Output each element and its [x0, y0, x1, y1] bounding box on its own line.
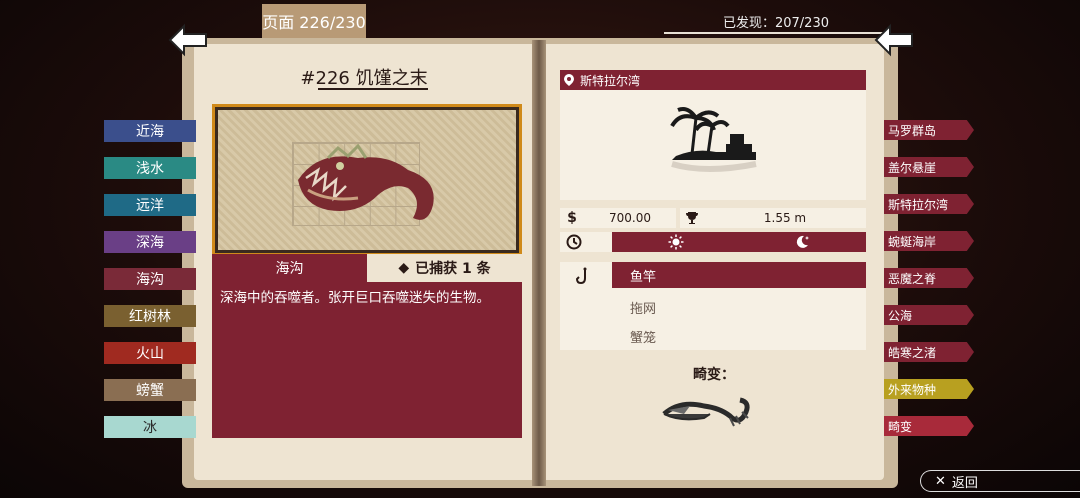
fish-description: 深海中的吞噬者。张开巨口吞噬迷失的生物。 [220, 290, 490, 306]
location-tab-3[interactable]: 蜿蜒海岸 [884, 231, 974, 251]
region-tab-3[interactable]: 深海 [104, 231, 196, 253]
book-spine [532, 40, 546, 486]
sun-icon [668, 234, 684, 250]
discovered-counter: 已发现：207/230 [664, 12, 888, 34]
gear-item-trawl: 拖网 [630, 302, 657, 317]
region-tab-0[interactable]: 近海 [104, 120, 196, 142]
size-value: 1.55 m [763, 211, 807, 225]
location-bar: 斯特拉尔湾 [560, 70, 866, 90]
map-pin-icon [564, 74, 574, 86]
price-value: 700.00 [609, 211, 651, 225]
location-tab-1[interactable]: 盖尔悬崖 [884, 157, 974, 177]
region-tab-6[interactable]: 火山 [104, 342, 196, 364]
location-tab-2[interactable]: 斯特拉尔湾 [884, 194, 974, 214]
fish-frame [212, 104, 522, 256]
aberration-fish-icon[interactable] [660, 392, 756, 436]
island-icon [670, 107, 757, 172]
diamond-icon: ◆ [398, 260, 410, 276]
region-tab-8[interactable]: 冰 [104, 416, 196, 438]
moon-icon [796, 235, 809, 248]
size-box: 1.55 m [680, 208, 866, 228]
hook-icon [576, 267, 587, 285]
location-tab-6[interactable]: 皓寒之渚 [884, 342, 974, 362]
prev-page-arrow-icon[interactable] [166, 22, 210, 58]
location-tab-7[interactable]: 外来物种 [884, 379, 974, 399]
location-tab-4[interactable]: 恶魔之脊 [884, 268, 974, 288]
habitat-label: 海沟 [275, 261, 304, 277]
region-tab-4[interactable]: 海沟 [104, 268, 196, 290]
back-button[interactable]: ✕ 返回 [920, 470, 1080, 492]
location-name: 斯特拉尔湾 [580, 73, 641, 88]
gear-item-crab-pot: 蟹笼 [630, 331, 657, 346]
location-illustration [560, 90, 866, 200]
next-page-arrow-icon[interactable] [872, 22, 916, 58]
location-tab-8[interactable]: 畸变 [884, 416, 974, 436]
dollar-icon: $ [567, 210, 577, 226]
fish-illustration-icon [298, 143, 434, 220]
region-tab-5[interactable]: 红树林 [104, 305, 196, 327]
close-icon: ✕ [935, 473, 946, 489]
clock-icon [566, 234, 582, 250]
back-label: 返回 [951, 475, 978, 491]
gear-item-rod: 鱼竿 [612, 262, 866, 288]
aberration-title: 畸变： [693, 367, 735, 383]
page-counter: 页面 226/230 [262, 4, 366, 38]
fish-title: #226 饥馑之末 [300, 68, 428, 89]
region-tab-2[interactable]: 远洋 [104, 194, 196, 216]
location-tab-5[interactable]: 公海 [884, 305, 974, 325]
region-tab-1[interactable]: 浅水 [104, 157, 196, 179]
time-availability-bar [612, 232, 866, 252]
region-tab-7[interactable]: 螃蟹 [104, 379, 196, 401]
trophy-icon [686, 212, 698, 224]
price-box: $ 700.00 [560, 208, 676, 228]
title-underline [318, 88, 428, 90]
caught-label: 已捕获 1 条 [415, 261, 491, 277]
caught-count: ◆ 已捕获 1 条 [367, 254, 522, 282]
location-tab-0[interactable]: 马罗群岛 [884, 120, 974, 140]
